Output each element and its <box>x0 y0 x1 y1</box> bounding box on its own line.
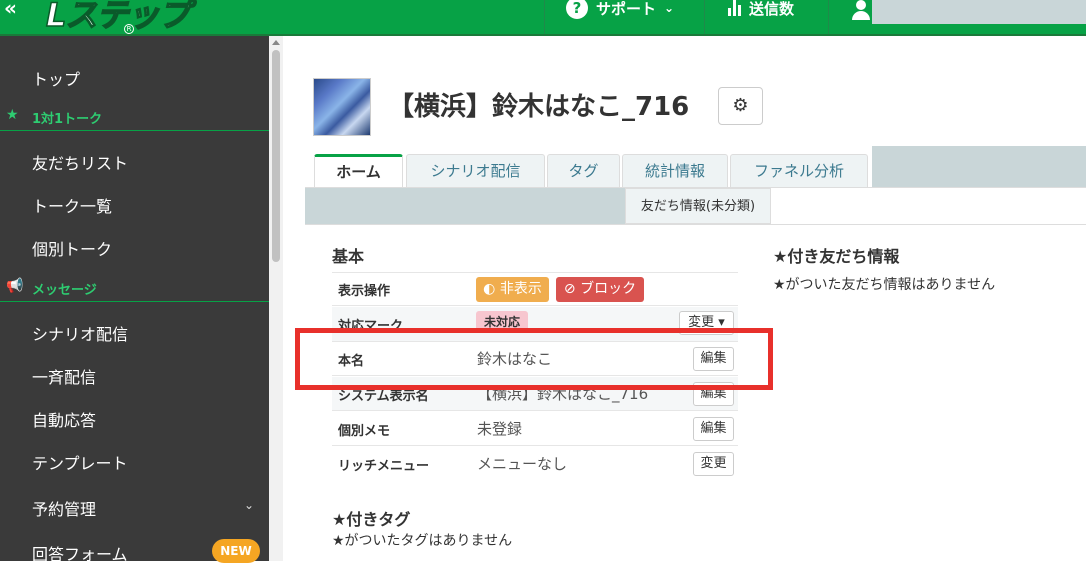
bar-chart-icon <box>728 0 741 16</box>
page-title: 【横浜】鈴木はなこ_716 <box>388 92 690 122</box>
user-icon <box>852 0 870 20</box>
registered-mark: R <box>124 24 134 34</box>
tab-funnel[interactable]: ファネル分析 <box>730 154 868 187</box>
megaphone-icon: 📢 <box>6 278 24 294</box>
sidebar-item-friend-list[interactable]: 友だちリスト <box>32 150 128 174</box>
redacted-subtabs <box>305 188 625 224</box>
starred-info-empty: ★がついた友だち情報はありません <box>773 277 996 293</box>
tab-home[interactable]: ホーム <box>314 154 403 187</box>
new-badge: NEW <box>212 539 260 563</box>
divider <box>305 224 1086 225</box>
section-title-starred-info: ★付き友だち情報 <box>773 247 900 266</box>
category-label: 1対1トーク <box>32 112 103 127</box>
subtab-friend-info[interactable]: 友だち情報(未分類) <box>625 188 771 224</box>
sidebar-item-top[interactable]: トップ <box>32 66 80 90</box>
scroll-thumb[interactable] <box>272 50 280 262</box>
section-title-basic: 基本 <box>332 247 365 266</box>
edit-memo-button[interactable]: 編集 <box>693 417 734 441</box>
divider <box>828 0 829 34</box>
block-label: ブロック <box>580 281 637 297</box>
top-bar: « Lステップ R ? サポート ⌄ 送信数 <box>0 0 1086 36</box>
hide-label: 非表示 <box>499 281 542 297</box>
avatar <box>313 78 371 136</box>
sidebar: トップ ★ 1対1トーク 友だちリスト トーク一覧 個別トーク 📢 メッセージ … <box>0 36 269 564</box>
row-label: 表示操作 <box>338 284 391 299</box>
sidebar-category-message: 📢 メッセージ <box>0 274 269 302</box>
app-logo[interactable]: Lステップ <box>45 0 191 35</box>
sidebar-item-scenario[interactable]: シナリオ配信 <box>32 321 128 345</box>
change-rich-menu-button[interactable]: 変更 <box>693 452 734 476</box>
row-label: 個別メモ <box>338 424 391 439</box>
scroll-up-arrow-icon[interactable] <box>272 40 280 45</box>
table-row: 表示操作 ◐ 非表示 ⊘ ブロック <box>332 272 738 306</box>
redacted-tabs <box>872 146 1086 188</box>
star-icon: ★ <box>6 107 19 123</box>
sidebar-item-answer-form[interactable]: 回答フォーム <box>32 541 128 565</box>
redacted-account-name <box>872 0 1086 24</box>
send-count-menu[interactable]: 送信数 <box>728 0 794 20</box>
tab-tags[interactable]: タグ <box>547 154 620 187</box>
sidebar-item-talk-list[interactable]: トーク一覧 <box>32 193 112 217</box>
table-row: リッチメニュー メニューなし 変更 <box>332 447 738 481</box>
starred-tags-empty: ★がついたタグはありません <box>332 533 513 549</box>
sidebar-category-one-to-one: ★ 1対1トーク <box>0 103 269 131</box>
sidebar-item-template[interactable]: テンプレート <box>32 450 128 474</box>
chevron-down-icon: ⌄ <box>664 1 675 15</box>
gear-icon: ⚙ <box>732 95 749 116</box>
question-icon: ? <box>566 0 588 19</box>
hide-icon: ◐ <box>483 281 496 297</box>
support-menu[interactable]: ? サポート ⌄ <box>566 0 674 20</box>
sidebar-item-auto-reply[interactable]: 自動応答 <box>32 407 96 431</box>
divider <box>704 0 705 34</box>
chevron-down-icon[interactable]: ⌄ <box>244 498 254 512</box>
logo-text: Lステップ <box>45 0 191 35</box>
tab-statistics[interactable]: 統計情報 <box>622 154 728 187</box>
table-row: 個別メモ 未登録 編集 <box>332 412 738 446</box>
account-menu[interactable] <box>852 0 870 22</box>
send-count-label: 送信数 <box>749 0 795 18</box>
rich-menu-value: メニューなし <box>477 455 568 473</box>
divider <box>544 0 545 34</box>
category-label: メッセージ <box>32 283 97 298</box>
settings-button[interactable]: ⚙ <box>718 87 763 125</box>
tab-scenario[interactable]: シナリオ配信 <box>406 154 545 187</box>
hide-button[interactable]: ◐ 非表示 <box>476 277 549 302</box>
memo-value: 未登録 <box>477 420 523 438</box>
sidebar-item-individual-talk[interactable]: 個別トーク <box>32 236 112 260</box>
block-icon: ⊘ <box>563 281 576 297</box>
sidebar-item-broadcast[interactable]: 一斉配信 <box>32 364 96 388</box>
support-label: サポート <box>596 0 657 18</box>
collapse-sidebar-icon[interactable]: « <box>4 0 17 20</box>
section-title-starred-tags: ★付きタグ <box>332 510 411 529</box>
highlight-box <box>295 328 773 390</box>
sidebar-scrollbar[interactable] <box>269 36 283 561</box>
sidebar-item-reservation[interactable]: 予約管理 <box>32 496 96 520</box>
block-button[interactable]: ⊘ ブロック <box>556 277 644 302</box>
row-label: リッチメニュー <box>338 459 430 474</box>
